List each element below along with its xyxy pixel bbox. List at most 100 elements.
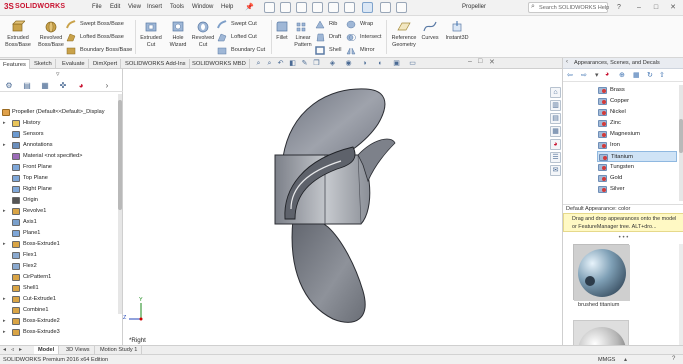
panel-minimize-icon[interactable]: – <box>468 58 472 65</box>
extruded-boss-button[interactable]: Extruded Boss/Base <box>3 20 33 48</box>
menu-view[interactable]: View <box>128 4 141 10</box>
scrollbar-thumb[interactable] <box>118 100 122 210</box>
scrollbar-thumb[interactable] <box>679 119 683 153</box>
draft-button[interactable]: Draft <box>315 32 341 43</box>
minimize-button[interactable]: – <box>634 2 644 13</box>
tree-item[interactable]: ▸ Cut-Extrude1 <box>0 294 122 305</box>
apply-scene-icon[interactable]: ◐ <box>376 59 385 68</box>
tree-item[interactable]: Sensors <box>0 129 122 140</box>
menu-window[interactable]: Window <box>192 4 213 10</box>
appearances-scrollbar[interactable] <box>679 85 683 201</box>
pane-splitter[interactable]: • • • <box>563 235 683 242</box>
appearance-folder[interactable]: Silver <box>597 184 677 195</box>
design-library-icon[interactable]: ▥ <box>550 100 561 111</box>
curves-button[interactable]: Curves <box>420 20 440 42</box>
tree-item[interactable]: ▸ History <box>0 118 122 129</box>
appearance-thumbnail-brushed-titanium[interactable] <box>573 244 630 301</box>
tab-evaluate[interactable]: Evaluate <box>59 59 89 69</box>
solidworks-logo[interactable]: 3S SOLIDWORKS <box>4 2 78 14</box>
menu-tools[interactable]: Tools <box>170 4 184 10</box>
view-orientation-icon[interactable]: ❒ <box>312 59 321 68</box>
lofted-cut-button[interactable]: Lofted Cut <box>217 32 257 43</box>
filter-icon[interactable]: ▿ <box>56 70 60 78</box>
appearance-folder[interactable]: Magnesium <box>597 129 677 140</box>
appearance-folder[interactable]: Iron <box>597 140 677 151</box>
tree-item[interactable]: ▸ Boss-Extrude3 <box>0 327 122 338</box>
display-manager-tab-icon[interactable]: ◕ <box>74 80 88 91</box>
tab-features[interactable]: Features <box>0 59 30 69</box>
tabs-next-arrow-icon[interactable]: › <box>100 80 114 91</box>
help-status-icon[interactable]: ? <box>672 356 675 362</box>
tree-item[interactable]: Flex2 <box>0 261 122 272</box>
dynamic-annotation-icon[interactable]: ✎ <box>300 59 309 68</box>
units-dropdown-icon[interactable]: ▴ <box>624 356 627 363</box>
tab-dimxpert[interactable]: DimXpert <box>90 59 122 69</box>
shell-button[interactable]: Shell <box>315 45 341 56</box>
appearance-folder[interactable]: Zinc <box>597 118 677 129</box>
tab-sketch[interactable]: Sketch <box>31 59 56 69</box>
up-arrow-icon[interactable]: ⇧ <box>659 71 665 79</box>
instant3d-button[interactable]: Instant3D <box>442 20 472 42</box>
appearance-folder[interactable]: Nickel <box>597 107 677 118</box>
tree-item[interactable]: Front Plane <box>0 162 122 173</box>
custom-properties-icon[interactable]: ☰ <box>550 152 561 163</box>
expand-arrow-icon[interactable]: ▸ <box>3 140 6 151</box>
menu-edit[interactable]: Edit <box>110 4 120 10</box>
dimxpert-manager-tab-icon[interactable]: ✜ <box>56 80 70 91</box>
rebuild-icon[interactable] <box>380 2 391 13</box>
thumbnails-scrollbar[interactable] <box>679 244 683 352</box>
propeller-model[interactable] <box>123 69 550 345</box>
swept-boss-button[interactable]: Swept Boss/Base <box>66 19 124 30</box>
display-style-icon[interactable]: ◈ <box>328 59 337 68</box>
tree-item[interactable]: Right Plane <box>0 184 122 195</box>
swept-cut-button[interactable]: Swept Cut <box>217 19 257 30</box>
forward-arrow-icon[interactable]: ⇨ <box>581 71 587 79</box>
solidworks-resources-icon[interactable]: ⌂ <box>550 87 561 98</box>
tab-solidworks-mbd[interactable]: SOLIDWORKS MBD <box>189 59 250 69</box>
fillet-button[interactable]: Fillet <box>273 20 291 42</box>
configuration-manager-tab-icon[interactable]: ▦ <box>38 80 52 91</box>
expand-arrow-icon[interactable]: ▸ <box>3 118 6 129</box>
rib-button[interactable]: Rib <box>315 19 337 30</box>
tree-item[interactable]: Material <not specified> <box>0 151 122 162</box>
expand-arrow-icon[interactable]: ▸ <box>3 239 6 250</box>
unit-system[interactable]: MMGS <box>598 357 615 363</box>
section-view-icon[interactable]: ◧ <box>288 59 297 68</box>
zoom-to-area-icon[interactable]: ⌕ <box>265 59 274 68</box>
select-pointer-icon[interactable] <box>362 2 373 13</box>
hide-show-items-icon[interactable]: ◉ <box>344 59 353 68</box>
feature-tree-tab-icon[interactable]: ⚙ <box>2 80 16 91</box>
mirror-button[interactable]: Mirror <box>346 45 375 56</box>
forum-icon[interactable]: ✉ <box>550 165 561 176</box>
revolved-boss-button[interactable]: Revolved Boss/Base <box>36 20 66 48</box>
tree-item[interactable]: ▸ Revolve1 <box>0 206 122 217</box>
extruded-cut-button[interactable]: Extruded Cut <box>138 20 164 48</box>
undo-icon[interactable] <box>328 2 339 13</box>
revolved-cut-button[interactable]: Revolved Cut <box>191 20 215 48</box>
collapse-arrow-icon[interactable]: ‹ <box>566 59 568 65</box>
expand-arrow-icon[interactable]: ▸ <box>3 316 6 327</box>
wrap-button[interactable]: Wrap <box>346 19 373 30</box>
tree-item[interactable]: Combine1 <box>0 305 122 316</box>
refresh-icon[interactable]: ↻ <box>647 71 653 79</box>
tree-item[interactable]: Axis1 <box>0 217 122 228</box>
expand-arrow-icon[interactable]: ▸ <box>3 294 6 305</box>
view-palette-icon[interactable]: ▦ <box>550 126 561 137</box>
search-input[interactable]: ⌕ Search SOLIDWORKS Help <box>528 2 609 13</box>
tree-item[interactable]: ▸ Annotations <box>0 140 122 151</box>
expand-arrow-icon[interactable]: ▸ <box>3 327 6 338</box>
view-settings-icon[interactable]: ▣ <box>392 59 401 68</box>
zoom-to-fit-icon[interactable]: ⌕ <box>254 59 263 68</box>
property-manager-tab-icon[interactable]: ▤ <box>20 80 34 91</box>
appearance-folder[interactable]: Copper <box>597 96 677 107</box>
save-icon[interactable] <box>296 2 307 13</box>
hole-wizard-button[interactable]: Hole Wizard <box>166 20 190 48</box>
boundary-cut-button[interactable]: Boundary Cut <box>217 45 265 56</box>
menu-help[interactable]: Help <box>221 4 233 10</box>
tree-item[interactable]: Flex1 <box>0 250 122 261</box>
expand-arrow-icon[interactable]: ▸ <box>3 206 6 217</box>
add-location-icon[interactable]: ⊕ <box>619 71 625 79</box>
appearances-scenes-icon[interactable]: ◕ <box>550 139 561 150</box>
appearance-home-icon[interactable]: ◕ <box>605 71 609 78</box>
restore-button[interactable]: □ <box>651 2 661 13</box>
